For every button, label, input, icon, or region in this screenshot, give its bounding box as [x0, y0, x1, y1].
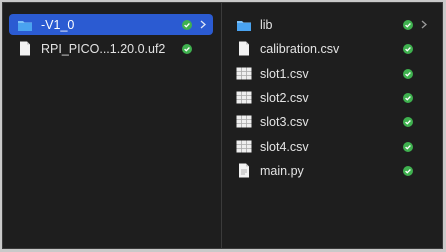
list-item-file-uf2[interactable]: RPI_PICO...1.20.0.uf2 [9, 38, 213, 59]
finder-column-view: -V1_0 RPI_PICO...1.20.0.uf2 lib calibrat… [2, 2, 443, 249]
item-name: -V1_0 [41, 17, 75, 32]
item-name: slot4.csv [260, 139, 309, 154]
item-name: slot2.csv [260, 90, 309, 105]
chevron-right-icon [198, 20, 207, 29]
list-item-file-slot1[interactable]: slot1.csv [228, 63, 434, 84]
synced-check-icon [403, 68, 413, 79]
synced-check-icon [182, 19, 192, 30]
list-item-folder-lib[interactable]: lib [228, 14, 434, 35]
spreadsheet-icon [236, 139, 252, 155]
folder-icon [236, 17, 252, 33]
item-name: lib [260, 17, 273, 32]
synced-check-icon [403, 43, 413, 54]
item-name: slot3.csv [260, 114, 309, 129]
column-right[interactable]: lib calibration.csv slot1.csv slot2.csv … [222, 3, 442, 248]
item-name: calibration.csv [260, 41, 340, 56]
item-name: slot1.csv [260, 66, 309, 81]
synced-check-icon [182, 43, 192, 54]
folder-icon [17, 17, 33, 33]
synced-check-icon [403, 116, 413, 127]
column-left[interactable]: -V1_0 RPI_PICO...1.20.0.uf2 [3, 3, 222, 248]
list-item-file-calibration[interactable]: calibration.csv [228, 38, 434, 59]
item-name: main.py [260, 163, 304, 178]
chevron-right-icon [419, 20, 428, 29]
spreadsheet-icon [236, 66, 252, 82]
document-icon [17, 41, 33, 57]
list-item-file-slot4[interactable]: slot4.csv [228, 136, 434, 157]
synced-check-icon [403, 92, 413, 103]
item-name: RPI_PICO...1.20.0.uf2 [41, 41, 166, 56]
spreadsheet-icon [236, 90, 252, 106]
list-item-folder-v1-0[interactable]: -V1_0 [9, 14, 213, 35]
spreadsheet-icon [236, 114, 252, 130]
list-item-file-slot3[interactable]: slot3.csv [228, 111, 434, 132]
synced-check-icon [403, 19, 413, 30]
list-item-file-main-py[interactable]: main.py [228, 160, 434, 181]
list-item-file-slot2[interactable]: slot2.csv [228, 87, 434, 108]
document-icon [236, 163, 252, 179]
synced-check-icon [403, 165, 413, 176]
synced-check-icon [403, 141, 413, 152]
document-icon [236, 41, 252, 57]
